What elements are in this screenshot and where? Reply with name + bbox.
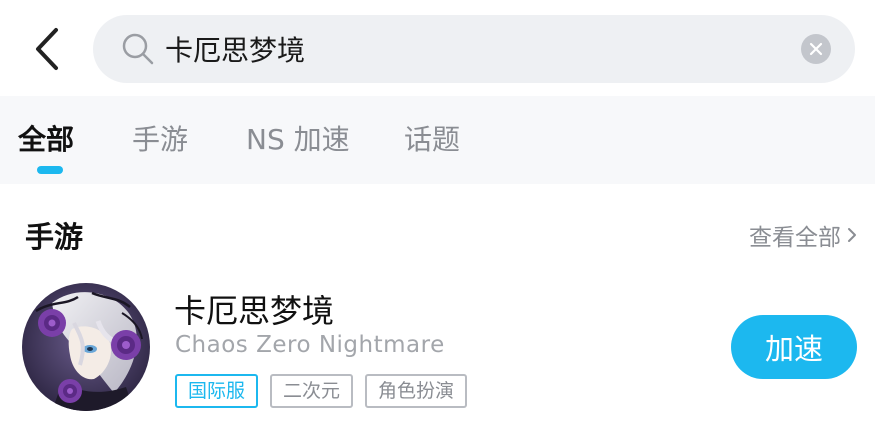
chevron-right-icon: [848, 228, 856, 242]
search-icon: [122, 33, 154, 65]
game-tags: 国际服 二次元 角色扮演: [175, 374, 468, 408]
section-title: 手游: [25, 220, 84, 254]
back-chevron-icon: [36, 28, 58, 70]
tag-genre-anime: 二次元: [270, 374, 354, 408]
view-all-label: 查看全部: [749, 225, 841, 251]
game-result-item[interactable]: 卡厄思梦境 Chaos Zero Nightmare 国际服 二次元 角色扮演 …: [0, 270, 875, 420]
active-tab-indicator: [37, 166, 63, 174]
game-cover-image: [22, 283, 150, 411]
tab-mobile-games[interactable]: 手游: [132, 118, 188, 158]
accelerate-button[interactable]: 加速: [731, 315, 857, 379]
tab-bar: 全部 手游 NS 加速 话题: [0, 96, 875, 184]
tag-genre-rpg: 角色扮演: [365, 374, 468, 408]
tab-all[interactable]: 全部: [18, 118, 74, 158]
game-subtitle: Chaos Zero Nightmare: [175, 332, 445, 358]
game-avatar: [22, 283, 150, 411]
search-box[interactable]: [93, 15, 855, 83]
search-results-page: 全部 手游 NS 加速 话题 手游 查看全部: [0, 0, 875, 426]
tab-ns-accel[interactable]: NS 加速: [246, 118, 350, 158]
search-input[interactable]: [165, 25, 765, 73]
clear-search-button[interactable]: [801, 34, 831, 64]
game-title: 卡厄思梦境: [174, 292, 335, 330]
tag-server: 国际服: [175, 374, 259, 408]
back-button[interactable]: [22, 24, 72, 74]
clear-icon: [809, 42, 823, 56]
top-bar: [0, 0, 875, 96]
tab-topics[interactable]: 话题: [404, 118, 460, 158]
view-all-link[interactable]: 查看全部: [749, 218, 857, 252]
